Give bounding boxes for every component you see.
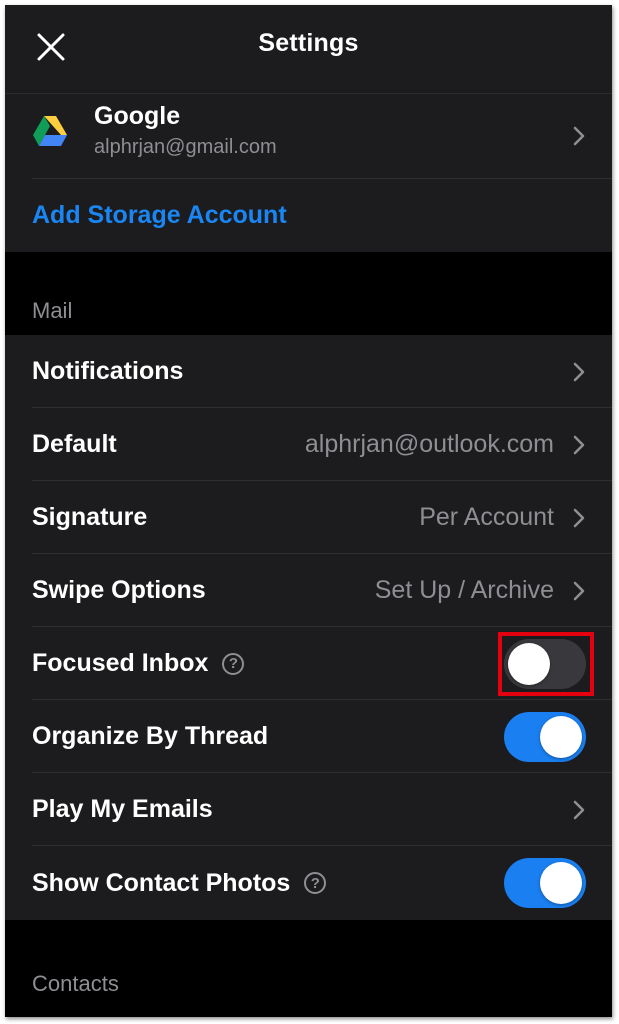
toggle-knob [540,862,582,904]
row-label: Show Contact Photos [32,868,291,897]
settings-row-focused-inbox: Focused Inbox ? [5,627,612,700]
settings-row-notifications[interactable]: Notifications [5,335,612,408]
storage-group: Google alphrjan@gmail.com Add Storage Ac… [5,94,612,252]
toggle-knob [508,642,550,685]
settings-row-default[interactable]: Default alphrjan@outlook.com [5,408,612,481]
account-name: Google [94,102,181,130]
section-header-contacts: Contacts [32,971,119,996]
row-label: Notifications [32,357,184,385]
settings-row-signature[interactable]: Signature Per Account [5,481,612,554]
settings-screen: Settings Google alphrjan@gmail.com Add S… [5,5,612,1017]
storage-account-google[interactable]: Google alphrjan@gmail.com [5,94,612,179]
chevron-right-icon [572,125,586,147]
focused-inbox-toggle[interactable] [504,638,586,689]
chevron-right-icon [572,361,586,383]
account-email: alphrjan@gmail.com [94,136,277,158]
settings-row-organize-by-thread: Organize By Thread [5,700,612,773]
section-header-mail: Mail [32,298,73,323]
row-label: Organize By Thread [32,722,269,750]
row-label: Default [32,430,117,458]
row-label: Swipe Options [32,576,206,604]
chevron-right-icon [572,507,586,529]
mail-group: Notifications Default alphrjan@outlook.c… [5,335,612,920]
toggle-knob [540,715,582,758]
row-label: Focused Inbox [32,649,209,677]
settings-row-swipe-options[interactable]: Swipe Options Set Up / Archive [5,554,612,627]
row-label: Play My Emails [32,795,213,823]
add-storage-account-button[interactable]: Add Storage Account [5,179,612,252]
google-drive-icon [33,116,67,146]
chevron-right-icon [572,580,586,602]
chevron-right-icon [572,434,586,456]
organize-by-thread-toggle[interactable] [504,711,586,762]
page-title: Settings [258,29,359,57]
row-value: Per Account [419,503,554,531]
row-value: Set Up / Archive [374,576,554,604]
row-label: Signature [32,503,148,531]
help-icon[interactable]: ? [222,652,245,675]
settings-row-play-my-emails[interactable]: Play My Emails [5,773,612,846]
nav-bar: Settings [5,5,612,94]
row-value: alphrjan@outlook.com [304,430,554,458]
show-contact-photos-toggle[interactable] [504,858,586,908]
settings-row-show-contact-photos: Show Contact Photos ? [5,846,612,920]
chevron-right-icon [572,799,586,821]
help-icon[interactable]: ? [304,872,327,894]
